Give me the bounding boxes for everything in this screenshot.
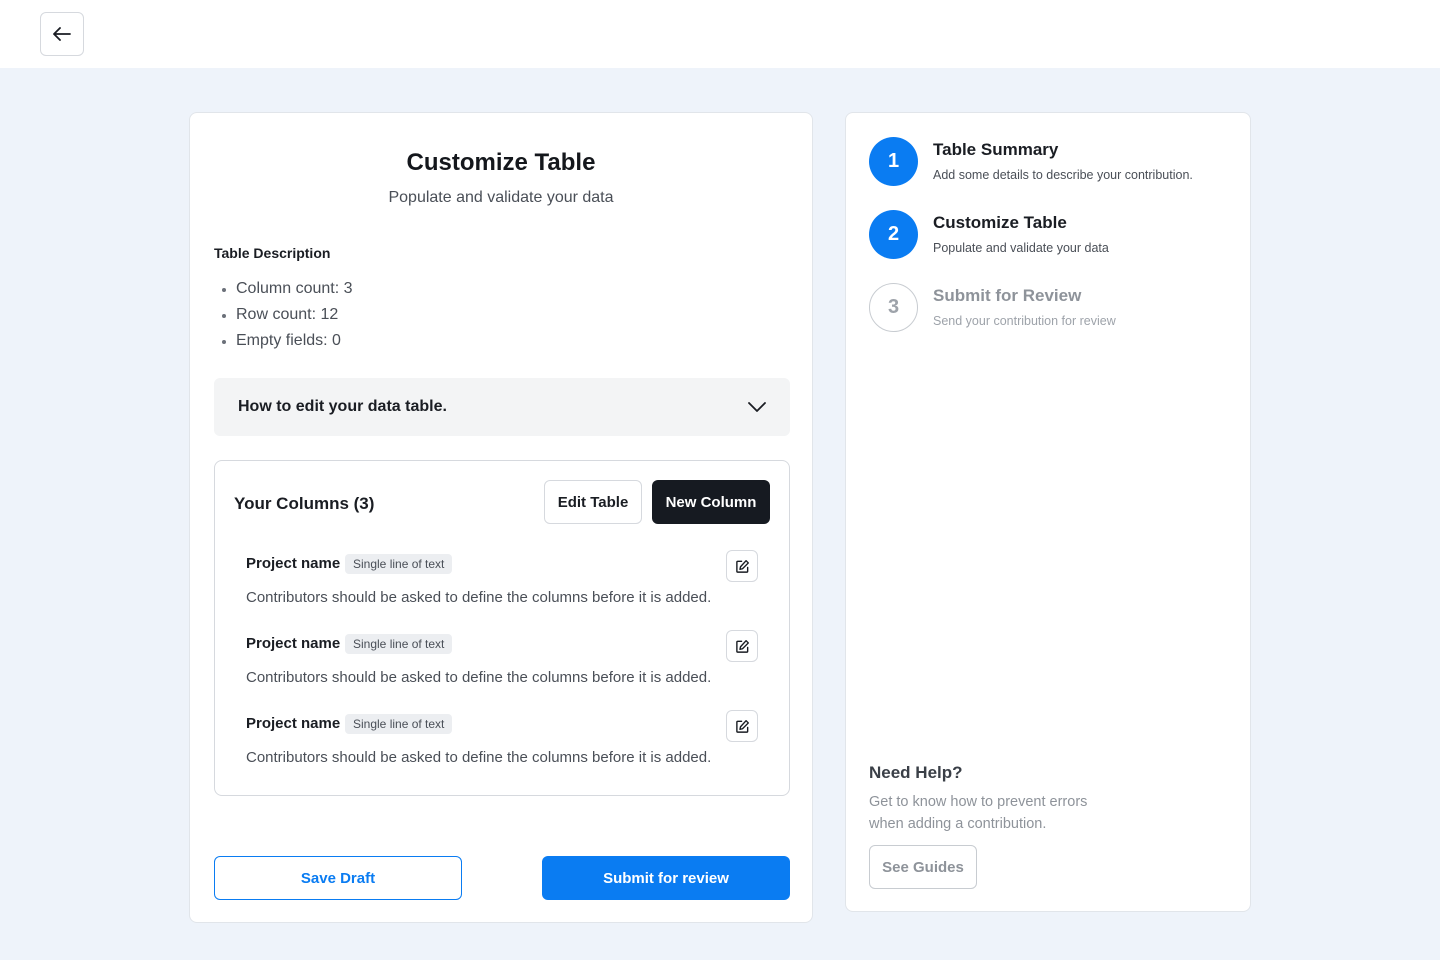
step-title: Submit for Review: [933, 286, 1082, 305]
column-description: Contributors should be asked to define t…: [246, 749, 712, 766]
bullet-icon: [222, 314, 226, 318]
step-number-badge: 1: [869, 137, 918, 186]
column-item: Project name Single line of text Contrib…: [246, 630, 760, 704]
step-submit-for-review: 3 Submit for Review Send your contributi…: [869, 283, 1229, 333]
save-draft-button[interactable]: Save Draft: [214, 856, 462, 900]
row-count-text: Row count: 12: [236, 306, 339, 323]
step-customize-table[interactable]: 2 Customize Table Populate and validate …: [869, 210, 1229, 260]
chevron-down-icon: [748, 402, 766, 412]
table-description-heading: Table Description: [214, 245, 331, 261]
column-type-badge: Single line of text: [345, 634, 453, 654]
column-item: Project name Single line of text Contrib…: [246, 550, 760, 624]
bullet-icon: [222, 340, 226, 344]
edit-table-button[interactable]: Edit Table: [544, 480, 642, 524]
step-title: Customize Table: [933, 213, 1067, 232]
column-name: Project name: [246, 715, 341, 732]
step-subtitle: Send your contribution for review: [933, 314, 1116, 328]
table-description-list: Column count: 3 Row count: 12 Empty fiel…: [222, 279, 353, 357]
arrow-left-icon: [53, 27, 71, 41]
page-subtitle: Populate and validate your data: [388, 189, 614, 206]
column-type-badge: Single line of text: [345, 714, 453, 734]
empty-fields-text: Empty fields: 0: [236, 332, 341, 349]
edit-help-accordion[interactable]: How to edit your data table.: [214, 378, 790, 436]
column-item: Project name Single line of text Contrib…: [246, 710, 760, 784]
step-number-badge: 3: [869, 283, 918, 332]
bullet-icon: [222, 288, 226, 292]
submit-for-review-button[interactable]: Submit for review: [542, 856, 790, 900]
step-title: Table Summary: [933, 140, 1059, 159]
list-item: Row count: 12: [222, 305, 353, 331]
help-title: Need Help?: [869, 763, 963, 782]
progress-sidebar: 1 Table Summary Add some details to desc…: [845, 112, 1251, 912]
edit-column-button[interactable]: [726, 550, 758, 582]
list-item: Column count: 3: [222, 279, 353, 305]
customize-table-card: Customize Table Populate and validate yo…: [189, 112, 813, 923]
step-subtitle: Populate and validate your data: [933, 241, 1109, 255]
back-button[interactable]: [40, 12, 84, 56]
column-name: Project name: [246, 555, 341, 572]
page-title: Customize Table: [406, 149, 596, 176]
see-guides-button[interactable]: See Guides: [869, 845, 977, 889]
new-column-button[interactable]: New Column: [652, 480, 770, 524]
list-item: Empty fields: 0: [222, 331, 353, 357]
accordion-label: How to edit your data table.: [238, 398, 447, 415]
columns-panel: Your Columns (3) Edit Table New Column P…: [214, 460, 790, 796]
step-subtitle: Add some details to describe your contri…: [933, 168, 1193, 182]
column-description: Contributors should be asked to define t…: [246, 669, 712, 686]
edit-column-button[interactable]: [726, 630, 758, 662]
columns-title: Your Columns (3): [234, 494, 375, 513]
help-text: Get to know how to prevent errors when a…: [869, 794, 1088, 832]
step-number-badge: 2: [869, 210, 918, 259]
column-name: Project name: [246, 635, 341, 652]
pencil-square-icon: [735, 719, 749, 733]
column-type-badge: Single line of text: [345, 554, 453, 574]
edit-column-button[interactable]: [726, 710, 758, 742]
step-table-summary[interactable]: 1 Table Summary Add some details to desc…: [869, 137, 1229, 187]
column-count-text: Column count: 3: [236, 280, 353, 297]
column-description: Contributors should be asked to define t…: [246, 589, 712, 606]
top-bar: [0, 0, 1440, 68]
pencil-square-icon: [735, 559, 749, 573]
pencil-square-icon: [735, 639, 749, 653]
